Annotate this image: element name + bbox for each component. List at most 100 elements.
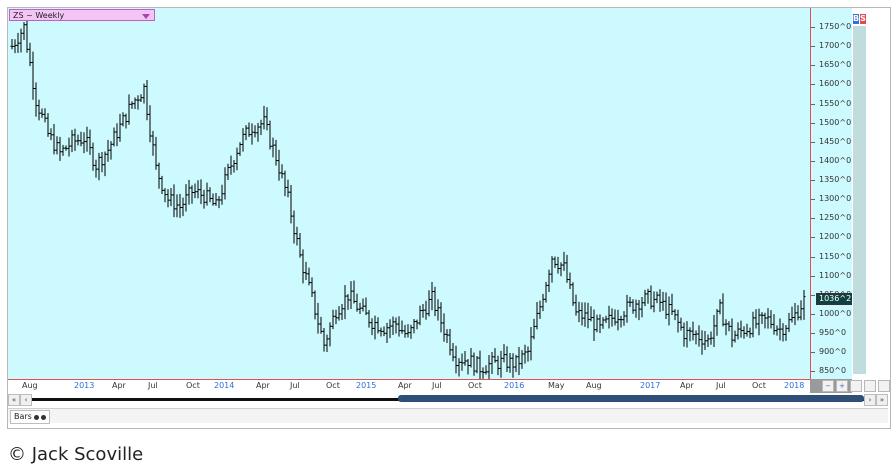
ohlc-bar — [595, 314, 599, 333]
ohlc-bar — [397, 316, 401, 337]
price-label: 1600^0 — [819, 79, 852, 89]
ohlc-bar — [670, 293, 674, 315]
ohlc-bar — [154, 136, 158, 170]
price-tick — [811, 84, 815, 86]
ohlc-bar — [613, 309, 617, 326]
price-axis[interactable]: 1750^0 1700^0 1650^0 1600^0 1550^0 1500^0 1450… — [810, 8, 855, 379]
ohlc-bar — [85, 126, 89, 152]
ohlc-bar — [307, 267, 311, 286]
year-label: 2017 — [640, 381, 661, 390]
ohlc-bar — [385, 322, 389, 344]
ohlc-bar — [367, 310, 371, 328]
ohlc-bar — [556, 256, 560, 274]
ohlc-bar — [703, 331, 707, 350]
ohlc-bar — [52, 124, 56, 155]
ohlc-bar — [628, 296, 632, 308]
ohlc-bar — [256, 122, 260, 142]
dropdown-arrow-icon[interactable] — [142, 14, 150, 19]
ohlc-bar — [244, 125, 248, 141]
ohlc-bar — [733, 330, 737, 343]
tab-bars[interactable]: Bars — [10, 410, 50, 424]
tool-zoom-in-button[interactable]: + — [836, 380, 848, 392]
ohlc-bar — [139, 94, 143, 103]
ohlc-bar — [721, 293, 725, 327]
ohlc-bar — [454, 345, 458, 374]
ohlc-bar — [262, 105, 266, 130]
ohlc-bar — [742, 326, 746, 339]
buy-sell-badges[interactable]: B S — [853, 14, 866, 24]
ohlc-bar — [757, 308, 761, 336]
ohlc-bar — [199, 179, 203, 205]
month-label: Jul — [290, 381, 300, 390]
ohlc-bar — [445, 329, 449, 344]
ohlc-bar — [112, 127, 116, 147]
ohlc-bar — [16, 32, 20, 53]
ohlc-bar — [655, 291, 659, 304]
ohlc-bar — [568, 272, 572, 290]
copyright-credit: © Jack Scoville — [8, 444, 144, 465]
ohlc-bar — [505, 346, 509, 372]
price-label: 1450^0 — [819, 136, 852, 146]
tool-right-icon[interactable] — [878, 380, 890, 392]
ohlc-bar — [148, 105, 152, 143]
ohlc-bar — [604, 315, 608, 324]
ohlc-bar — [115, 123, 119, 147]
ohlc-bar — [748, 327, 752, 339]
price-label: 850^0 — [819, 366, 847, 376]
ohlc-bar — [490, 352, 494, 375]
ohlc-bar — [277, 149, 281, 181]
ohlc-bar — [91, 142, 95, 171]
scroll-thumb[interactable] — [398, 395, 864, 402]
ohlc-chart — [10, 16, 806, 381]
ohlc-bar — [127, 94, 131, 125]
ohlc-bar — [706, 334, 710, 347]
ohlc-bar — [379, 327, 383, 337]
ohlc-bar — [439, 302, 443, 333]
ohlc-bar — [43, 108, 47, 123]
ohlc-bar — [265, 107, 269, 131]
ohlc-bar — [421, 304, 425, 318]
ohlc-bar — [763, 312, 767, 329]
ohlc-bar — [493, 348, 497, 363]
ohlc-bar — [238, 142, 242, 156]
ohlc-bar — [577, 301, 581, 323]
time-axis[interactable]: Aug 2013 Apr Jul Oct 2014 Apr Jul Oct 2015 Apr Jul O… — [8, 379, 810, 394]
year-label: 2016 — [504, 381, 525, 390]
ohlc-bar — [688, 327, 692, 342]
ohlc-bar — [409, 324, 413, 339]
ohlc-bar — [673, 309, 677, 321]
scroll-prev-button[interactable]: ‹ — [20, 394, 32, 406]
ohlc-bar — [517, 346, 521, 375]
ohlc-bar — [478, 350, 482, 380]
ohlc-bar — [751, 311, 755, 338]
buy-badge[interactable]: B — [853, 14, 859, 24]
ohlc-bar — [232, 160, 236, 173]
tool-zoom-out-button[interactable]: − — [822, 380, 834, 392]
month-label: Jul — [148, 381, 158, 390]
ohlc-bar — [400, 320, 404, 334]
scroll-next-button[interactable]: › — [864, 394, 876, 406]
price-tick — [811, 103, 815, 105]
price-label: 1550^0 — [819, 98, 852, 108]
tool-home-icon[interactable] — [850, 380, 862, 392]
price-chart-plot[interactable] — [8, 8, 810, 381]
scroll-first-button[interactable]: « — [8, 394, 20, 406]
chart-scrollbar[interactable]: « ‹ › » — [8, 394, 888, 406]
ohlc-bar — [331, 309, 335, 330]
ohlc-bar — [565, 254, 569, 283]
tab-bars-label: Bars — [14, 412, 32, 421]
ohlc-bar — [766, 308, 770, 329]
price-tick — [811, 256, 815, 258]
ohlc-bar — [652, 291, 656, 313]
symbol-selector[interactable]: ZS ~ Weekly — [9, 9, 155, 21]
sell-badge[interactable]: S — [860, 14, 866, 24]
ohlc-bar — [607, 305, 611, 329]
ohlc-bar — [475, 355, 479, 374]
scroll-last-button[interactable]: » — [876, 394, 888, 406]
ohlc-bar — [190, 185, 194, 204]
ohlc-bar — [346, 294, 350, 310]
ohlc-bar — [316, 302, 320, 334]
tool-left-icon[interactable] — [864, 380, 876, 392]
ohlc-bar — [724, 319, 728, 336]
ohlc-bar — [739, 320, 743, 338]
